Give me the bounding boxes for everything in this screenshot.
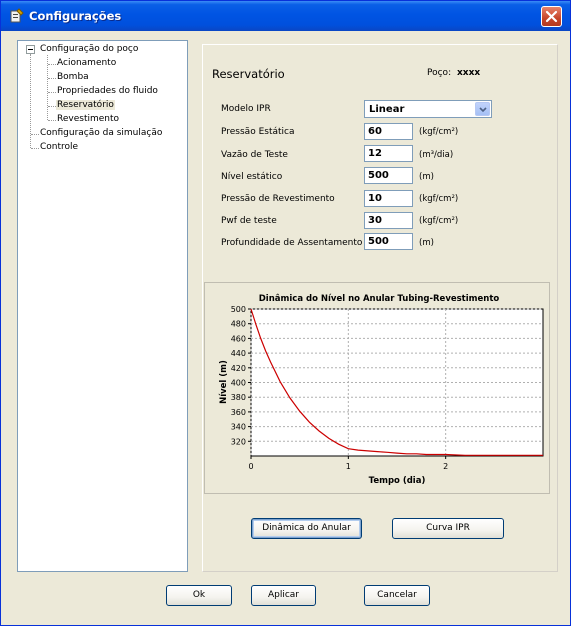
tree-item-acionamento[interactable]: Acionamento — [57, 57, 116, 69]
tree-item-controle[interactable]: Controle — [40, 141, 78, 153]
modelo-ipr-select[interactable]: Linear — [364, 100, 492, 118]
tree-item-reservatorio[interactable]: Reservatório — [56, 99, 115, 111]
chevron-down-icon — [479, 107, 487, 113]
pressao-revestimento-label: Pressão de Revestimento — [221, 194, 335, 204]
window-title: Configurações — [29, 9, 122, 23]
config-tree[interactable]: Configuração do poço Acionamento Bomba P… — [17, 40, 188, 572]
tree-guide-line — [48, 78, 56, 79]
nivel-estatico-input[interactable]: 500 — [364, 167, 413, 184]
vazao-teste-label: Vazão de Teste — [221, 150, 288, 160]
tree-item-configuracao-poco[interactable]: Configuração do poço — [40, 43, 138, 55]
profundidade-assentamento-label: Profundidade de Assentamento — [221, 238, 363, 248]
pwf-teste-unit: (kgf/cm²) — [419, 216, 459, 226]
nivel-estatico-unit: (m) — [419, 172, 434, 182]
x-tick-label: 2 — [443, 462, 448, 471]
tree-item-configuracao-simulacao[interactable]: Configuração da simulação — [40, 127, 162, 139]
pwf-teste-input[interactable]: 30 — [364, 212, 413, 229]
pressao-estatica-label: Pressão Estática — [221, 127, 295, 137]
pressao-revestimento-input[interactable]: 10 — [364, 190, 413, 207]
tree-item-bomba[interactable]: Bomba — [57, 71, 89, 83]
tree-guide-line — [48, 64, 56, 65]
curva-ipr-button[interactable]: Curva IPR — [392, 518, 504, 539]
y-tick-label: 480 — [231, 320, 246, 329]
y-tick-label: 500 — [231, 305, 246, 314]
x-axis-label: Tempo (dia) — [369, 476, 426, 486]
y-tick-label: 380 — [231, 393, 246, 402]
tree-guide-line — [48, 92, 56, 93]
nivel-estatico-label: Nível estático — [221, 172, 283, 182]
cancel-button[interactable]: Cancelar — [364, 585, 430, 606]
tools-icon — [10, 8, 24, 23]
y-tick-label: 320 — [231, 437, 246, 446]
y-tick-label: 440 — [231, 349, 246, 358]
chart-title: Dinâmica do Nível no Anular Tubing-Reves… — [259, 294, 500, 304]
poco-label: Poço: — [427, 68, 452, 78]
tree-item-propriedades-fluido[interactable]: Propriedades do fluido — [57, 85, 158, 97]
page-title: Reservatório — [212, 67, 285, 81]
y-tick-label: 360 — [231, 408, 246, 417]
close-icon — [545, 10, 558, 23]
tree-guide-line — [31, 148, 39, 149]
y-tick-label: 460 — [231, 334, 246, 343]
vazao-teste-input[interactable]: 12 — [364, 145, 413, 162]
tree-guide-line — [48, 106, 56, 107]
vazao-teste-unit: (m³/dia) — [419, 150, 454, 160]
pressao-revestimento-unit: (kgf/cm²) — [419, 194, 459, 204]
profundidade-assentamento-input[interactable]: 500 — [364, 233, 413, 250]
modelo-ipr-label: Modelo IPR — [221, 104, 271, 114]
pressao-estatica-unit: (kgf/cm²) — [419, 127, 459, 137]
nivel-chart-svg: Dinâmica do Nível no Anular Tubing-Reves… — [219, 294, 544, 486]
collapse-toggle-icon[interactable] — [26, 45, 35, 54]
dropdown-button[interactable] — [475, 102, 490, 116]
modelo-ipr-value: Linear — [369, 104, 405, 115]
y-axis-label: Nível (m) — [219, 360, 229, 404]
pressao-estatica-input[interactable]: 60 — [364, 123, 413, 140]
y-tick-label: 400 — [231, 379, 246, 388]
tree-guide-line — [48, 120, 56, 121]
configuracoes-window: Configurações Configuração do poço Acion… — [0, 0, 571, 626]
poco-value: xxxx — [457, 68, 481, 78]
y-tick-label: 340 — [231, 423, 246, 432]
close-button[interactable] — [541, 6, 562, 27]
apply-button[interactable]: Aplicar — [251, 585, 316, 606]
ok-button[interactable]: Ok — [166, 585, 232, 606]
pwf-teste-label: Pwf de teste — [221, 216, 277, 226]
tree-guide-line — [31, 134, 39, 135]
x-tick-label: 1 — [346, 462, 351, 471]
tree-item-revestimento[interactable]: Revestimento — [57, 113, 119, 125]
y-tick-label: 420 — [231, 364, 246, 373]
title-bar[interactable]: Configurações — [1, 1, 570, 31]
nivel-chart: Dinâmica do Nível no Anular Tubing-Reves… — [204, 282, 550, 494]
dinamica-anular-button[interactable]: Dinâmica do Anular — [251, 518, 362, 539]
profundidade-assentamento-unit: (m) — [419, 238, 434, 248]
x-tick-label: 0 — [248, 462, 253, 471]
